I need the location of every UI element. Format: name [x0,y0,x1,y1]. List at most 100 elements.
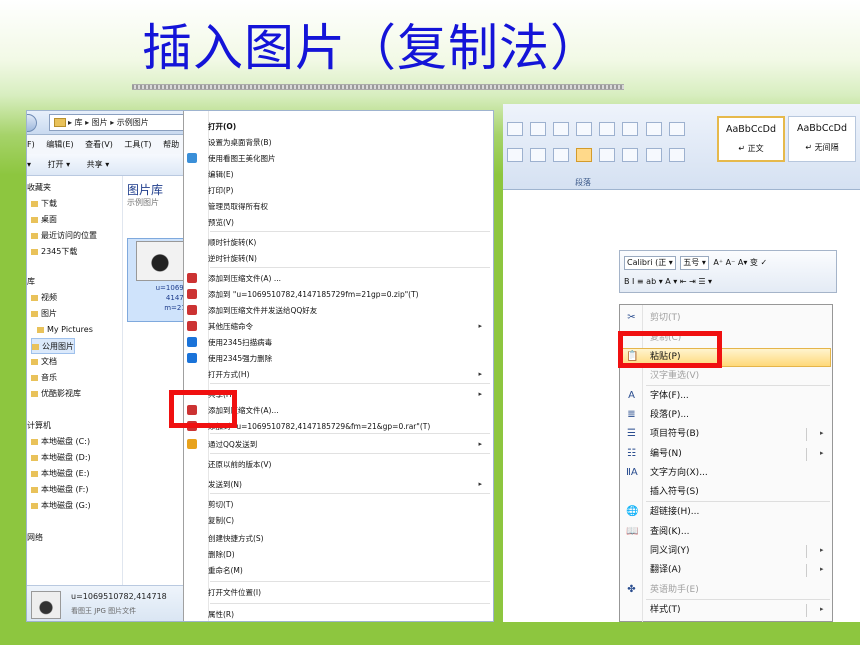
title-underline [132,84,624,90]
context-menu-item[interactable]: 逆时针旋转(N) [208,251,492,266]
nav-item[interactable]: 下载 [31,196,57,212]
context-menu-item[interactable]: 预览(V) [208,215,492,230]
font-name-select[interactable]: Calibri (正 ▾ [624,256,676,270]
menu-separator [210,383,490,384]
style-no-spacing[interactable]: AaBbCcDd ↵ 无间隔 [788,116,856,162]
font-grow-buttons[interactable]: A⁺ A⁻ A▾ 变 ✓ [713,258,767,267]
context-menu-item[interactable]: 打印(P) [208,183,492,198]
chinese-layout-icon[interactable] [622,121,639,136]
nav-item[interactable]: 计算机 [27,418,51,434]
nav-item[interactable]: 公用图片 [31,338,75,354]
nav-item[interactable]: 本地磁盘 (G:) [31,498,91,514]
context-menu-item[interactable]: 发送到(N) ▸ [208,477,492,492]
numbering-icon[interactable] [530,121,547,136]
shading-icon[interactable] [645,147,662,162]
context-menu-item[interactable]: 创建快捷方式(S) [208,531,492,546]
folder-icon [31,248,38,255]
distributed-icon[interactable] [599,147,616,162]
menu-edit[interactable]: 编辑(E) [46,140,73,149]
context-menu-item[interactable]: 添加到压缩文件(A)... [208,403,492,418]
context-menu-item[interactable]: 剪切(T) [208,497,492,512]
menu-view[interactable]: 查看(V) [85,140,113,149]
justify-icon[interactable] [576,147,593,162]
submenu-arrow-icon: ▸ [820,546,824,554]
context-menu-item[interactable]: 共享(H) ▸ [208,387,492,402]
nav-item[interactable]: My Pictures [37,322,93,338]
sort-icon[interactable] [645,121,662,136]
increase-indent-icon[interactable] [599,121,616,136]
line-spacing-icon[interactable] [622,147,639,162]
context-menu-item[interactable]: 删除(D) [208,547,492,562]
context-menu-item[interactable]: 段落(P)... [650,406,826,424]
mini-toolbar-row-2[interactable]: B I ≡ ab ▾ A ▾ ⇤ ⇥ ☰ ▾ [624,273,712,291]
breadcrumb[interactable]: ▸ 库 ▸ 图片 ▸ 示例图片 [49,114,203,131]
context-menu-item[interactable]: 通过QQ发送到 ▸ [208,437,492,452]
context-menu-item[interactable]: 文字方向(X)... [650,464,826,482]
nav-item[interactable]: 本地磁盘 (E:) [31,466,90,482]
back-arrow-icon[interactable] [27,114,37,132]
nav-item[interactable]: 本地磁盘 (C:) [31,434,90,450]
context-menu-item[interactable]: 打开方式(H) ▸ [208,367,492,382]
context-menu-item[interactable]: 添加到压缩文件(A) ... [208,271,492,286]
context-menu-item[interactable]: 添加到 "u=1069510782,4147185729fm=21gp=0.zi… [208,287,492,302]
context-menu-item[interactable]: 项目符号(B) [650,425,826,443]
bullets-icon[interactable] [507,121,523,136]
context-menu-item[interactable]: 属性(R) [208,607,492,621]
nav-item[interactable]: 本地磁盘 (F:) [31,482,88,498]
nav-item[interactable]: 图片 [31,306,57,322]
context-menu-item[interactable]: 查阅(K)... [650,523,826,541]
context-menu-item[interactable]: 复制(C) [208,513,492,528]
organize-button[interactable]: ▾ [27,160,31,169]
nav-item[interactable]: 收藏夹 [27,180,51,196]
share-button[interactable]: 共享 ▾ [87,160,110,169]
context-menu-item[interactable]: 汉字重选(V) [650,367,826,385]
context-menu-item[interactable]: 编辑(E) [208,167,492,182]
menu-tools[interactable]: 工具(T) [124,140,151,149]
context-menu-item[interactable]: 顺时针旋转(K) [208,235,492,250]
align-right-icon[interactable] [553,147,570,162]
context-menu-item[interactable]: 使用2345强力删除 [208,351,492,366]
open-button[interactable]: 打开 ▾ [48,160,71,169]
nav-item[interactable]: 最近访问的位置 [31,228,97,244]
menu-file[interactable]: F) [27,140,35,149]
context-menu-item-label: 顺时针旋转(K) [208,238,257,247]
context-menu-item[interactable]: 剪切(T) [650,309,826,327]
context-menu-item[interactable]: 还原以前的版本(V) [208,457,492,472]
context-menu-item[interactable]: 重命名(M) [208,563,492,578]
context-menu-item[interactable]: 英语助手(E) [650,581,826,599]
context-menu-item[interactable]: 添加到 "u=1069510782,4147185729&fm=21&gp=0.… [208,419,492,434]
context-menu-item[interactable]: 字体(F)... [650,387,826,405]
borders-icon[interactable] [668,147,685,162]
context-menu-item[interactable]: 打开文件位置(I) [208,585,492,600]
context-menu-item[interactable]: 编号(N) [650,445,826,463]
multilevel-list-icon[interactable] [553,121,570,136]
nav-item[interactable]: 音乐 [31,370,57,386]
font-size-select[interactable]: 五号 ▾ [680,256,709,270]
context-menu-item[interactable]: 使用2345扫描病毒 [208,335,492,350]
nav-item[interactable]: 文档 [31,354,57,370]
context-menu-item[interactable]: 其他压缩命令 ▸ [208,319,492,334]
context-menu-item[interactable]: 添加到压缩文件并发送给QQ好友 [208,303,492,318]
context-menu-item[interactable]: 样式(T) [650,601,826,619]
context-menu-item[interactable]: 设置为桌面背景(B) [208,135,492,150]
nav-item[interactable]: 2345下载 [31,244,77,260]
context-menu-item[interactable]: 使用看图王美化图片 [208,151,492,166]
style-normal[interactable]: AaBbCcDd ↵ 正文 [717,116,785,162]
align-center-icon[interactable] [530,147,547,162]
context-menu-item[interactable]: 插入符号(S) [650,483,826,501]
align-left-icon[interactable] [507,147,523,162]
context-menu-item[interactable]: 打开(O) [208,119,492,134]
context-menu-item[interactable]: 超链接(H)... [650,503,826,521]
nav-item[interactable]: 库 [27,274,35,290]
nav-item[interactable]: 本地磁盘 (D:) [31,450,91,466]
context-menu-item[interactable]: 管理员取得所有权 [208,199,492,214]
nav-item[interactable]: 视频 [31,290,57,306]
decrease-indent-icon[interactable] [576,121,593,136]
menu-help[interactable]: 帮助 [163,140,179,149]
context-menu-item[interactable]: 同义词(Y) [650,542,826,560]
context-menu-item[interactable]: 翻译(A) [650,561,826,579]
nav-item[interactable]: 优酷影视库 [31,386,81,402]
nav-item[interactable]: 桌面 [31,212,57,228]
nav-item[interactable]: 网络 [27,530,43,546]
show-marks-icon[interactable] [668,121,685,136]
